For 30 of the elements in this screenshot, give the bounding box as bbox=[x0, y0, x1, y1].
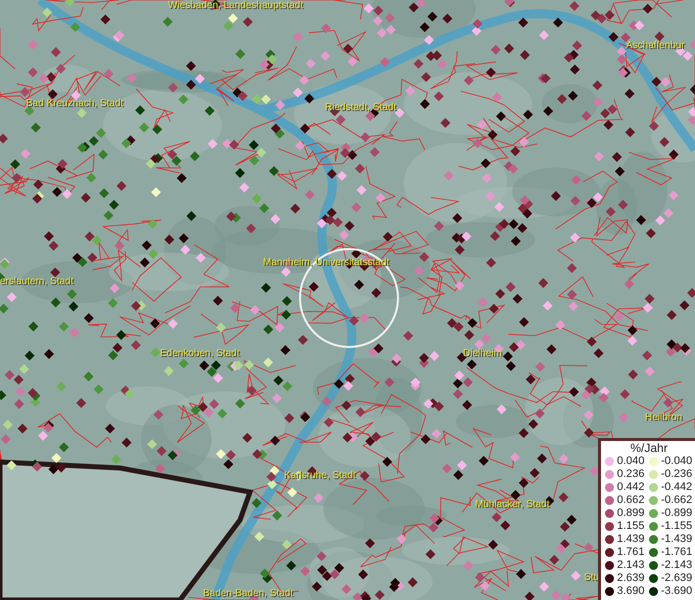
legend-value: -0.040 bbox=[661, 455, 692, 468]
legend-value: -0.899 bbox=[661, 507, 692, 520]
city-label: Edenkoben, Stadt bbox=[160, 348, 240, 360]
legend-value: 0.236 bbox=[617, 468, 645, 481]
legend-value: -3.690 bbox=[661, 585, 692, 598]
legend-value: 2.639 bbox=[617, 572, 645, 585]
city-label: Dielheim bbox=[463, 348, 502, 360]
legend-value: -2.639 bbox=[661, 572, 692, 585]
legend-value: -1.761 bbox=[661, 546, 692, 559]
legend-value: 1.439 bbox=[617, 533, 645, 546]
legend-value: -1.155 bbox=[661, 520, 692, 533]
city-label: Bad Kreuznach, Stadt bbox=[26, 98, 124, 110]
legend-value: -0.442 bbox=[661, 481, 692, 494]
legend-value: -1.439 bbox=[661, 533, 692, 546]
legend-value: -0.236 bbox=[661, 468, 692, 481]
legend-value: -2.143 bbox=[661, 559, 692, 572]
legend-title: %/Jahr bbox=[629, 442, 669, 455]
legend-value: 0.662 bbox=[617, 494, 645, 507]
city-label: Heilbron bbox=[645, 412, 682, 424]
legend-value: -0.662 bbox=[661, 494, 692, 507]
city-label: erslautern, Stadt bbox=[0, 276, 74, 288]
legend-value: 1.155 bbox=[617, 520, 645, 533]
legend-value: 3.690 bbox=[617, 585, 645, 598]
legend-value: 1.761 bbox=[617, 546, 645, 559]
legend-value: 2.143 bbox=[617, 559, 645, 572]
city-label: Aschaffenbur bbox=[626, 40, 685, 52]
city-label: Baden-Baden, Stadt bbox=[203, 588, 294, 600]
legend-value: 0.899 bbox=[617, 507, 645, 520]
legend-value: 0.442 bbox=[617, 481, 645, 494]
legend-value: 0.040 bbox=[617, 455, 645, 468]
